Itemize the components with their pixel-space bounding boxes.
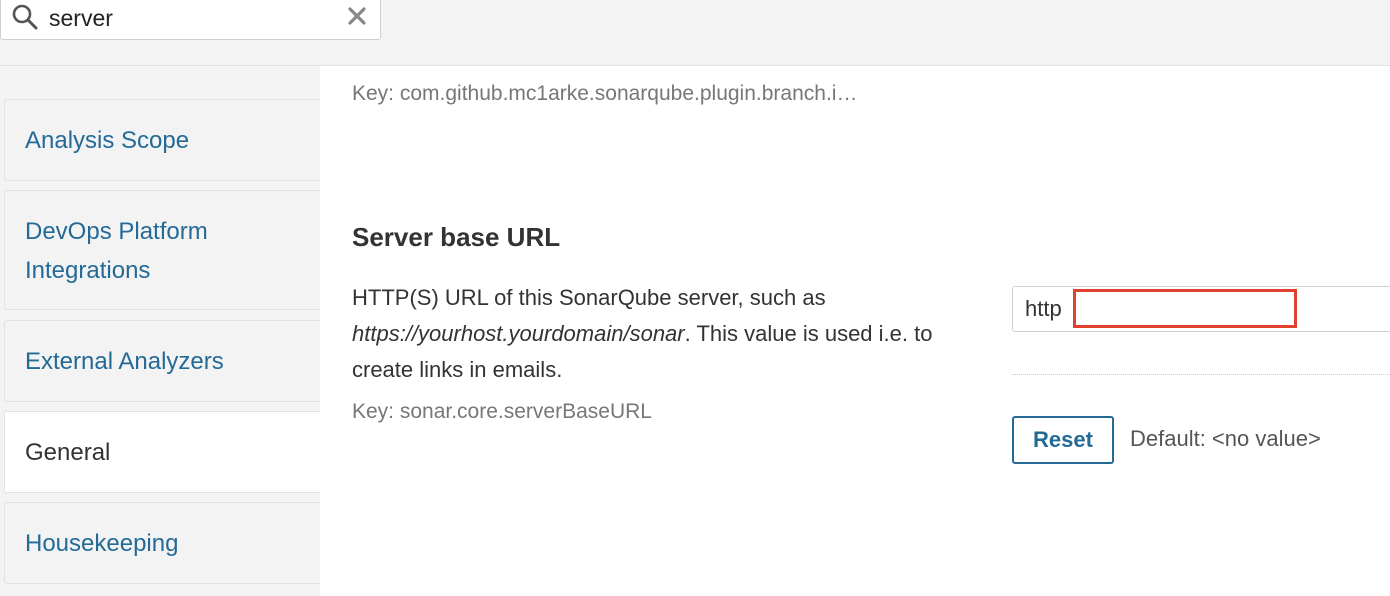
- description-example-url: https://yourhost.yourdomain/sonar: [352, 321, 685, 346]
- close-icon[interactable]: [344, 3, 370, 29]
- sidebar-item-label-line2: Integrations: [25, 257, 151, 284]
- sidebar-item-label: Analysis Scope: [25, 127, 190, 154]
- sidebar-item-analysis-scope[interactable]: Analysis Scope: [4, 99, 324, 181]
- settings-panel: Key: com.github.mc1arke.sonarqube.plugin…: [320, 66, 1390, 596]
- search-icon: [12, 4, 38, 30]
- search-box: [0, 0, 381, 40]
- sidebar-item-external-analyzers[interactable]: External Analyzers: [4, 320, 324, 402]
- sidebar-item-housekeeping[interactable]: Housekeeping: [4, 502, 324, 584]
- setting-title: Server base URL: [352, 222, 561, 252]
- divider: [1012, 374, 1390, 375]
- sidebar-item-label: External Analyzers: [25, 348, 224, 375]
- redaction-box: [1073, 289, 1297, 328]
- setting-key: Key: sonar.core.serverBaseURL: [352, 400, 652, 423]
- previous-setting-key: Key: com.github.mc1arke.sonarqube.plugin…: [352, 82, 858, 105]
- reset-button[interactable]: Reset: [1012, 416, 1114, 464]
- default-value-text: Default: <no value>: [1130, 426, 1321, 451]
- sidebar-item-label: Housekeeping: [25, 530, 179, 557]
- sidebar-item-label: General: [25, 439, 111, 466]
- search-input[interactable]: [49, 1, 329, 35]
- sidebar-item-label-line1: DevOps Platform: [25, 218, 208, 245]
- sidebar-item-general[interactable]: General: [4, 411, 324, 493]
- sidebar-item-devops-platform-integrations[interactable]: DevOps Platform Integrations: [4, 190, 324, 310]
- setting-description: HTTP(S) URL of this SonarQube server, su…: [352, 280, 952, 388]
- description-text-1: HTTP(S) URL of this SonarQube server, su…: [352, 285, 826, 310]
